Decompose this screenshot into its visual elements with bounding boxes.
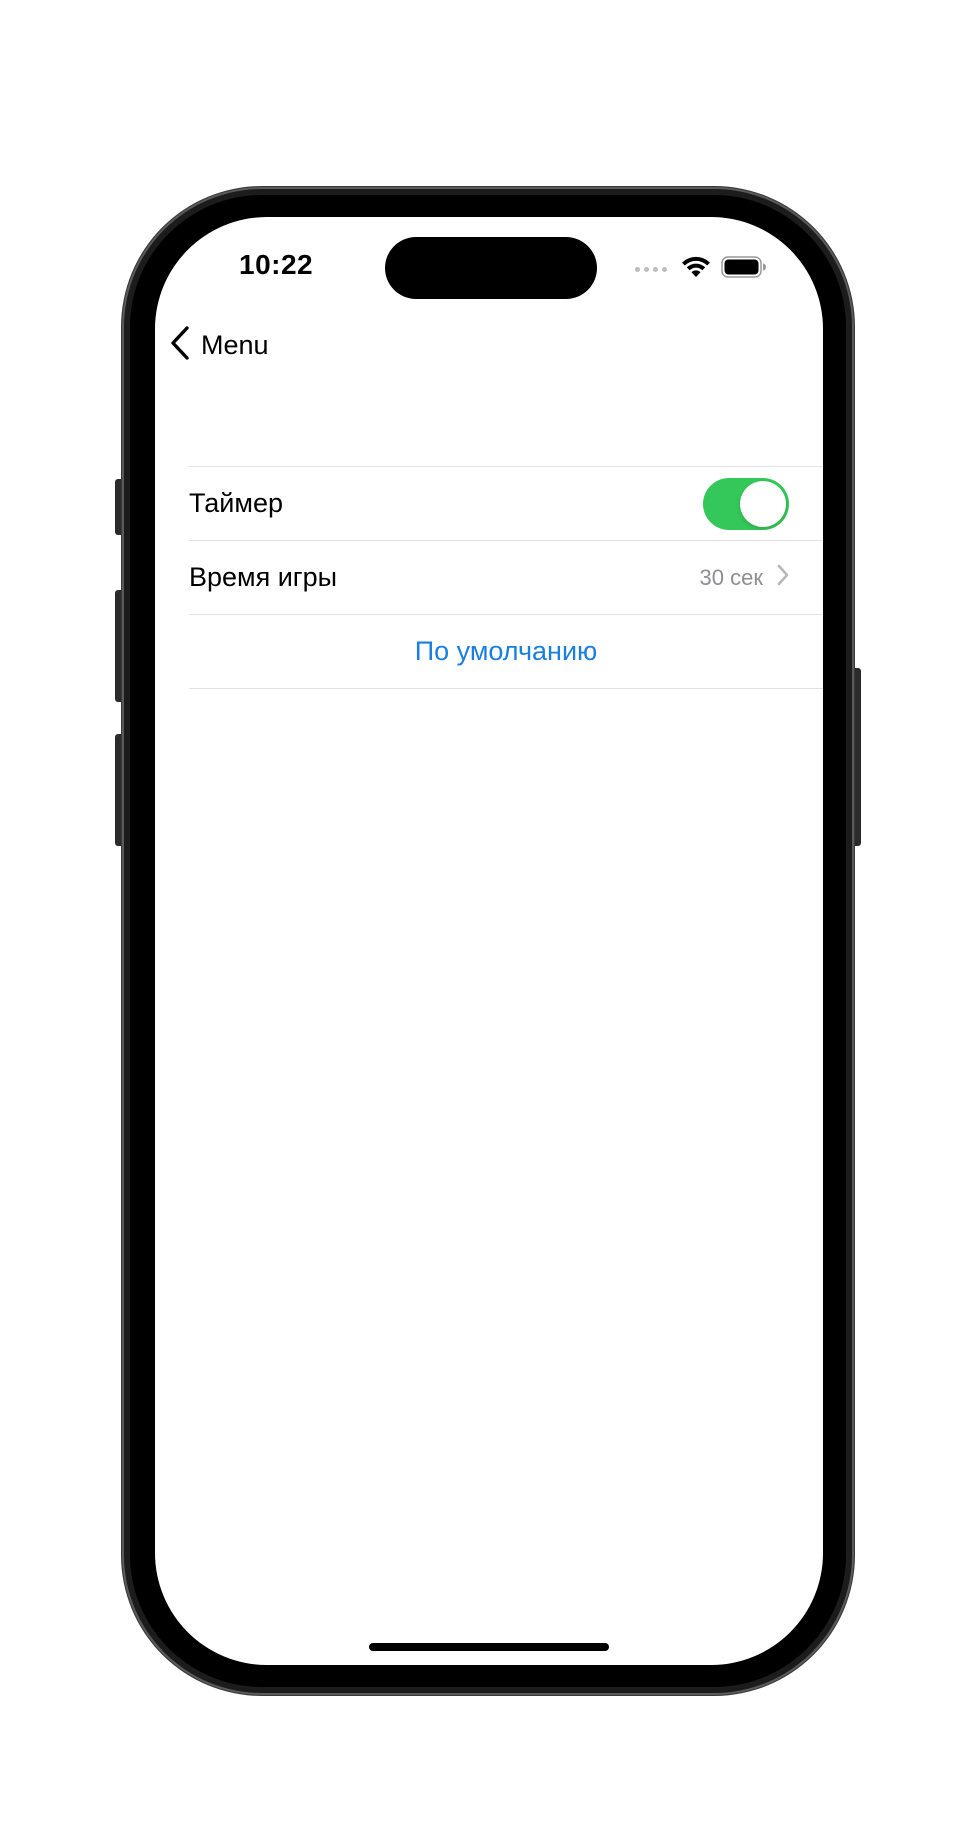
game-time-value: 30 сек	[699, 564, 763, 590]
settings-list: Таймер Время игры 30 сек По умолчанию	[189, 466, 823, 689]
default-button[interactable]: По умолчанию	[415, 636, 598, 667]
timer-row: Таймер	[189, 467, 823, 540]
dynamic-island	[385, 237, 597, 299]
default-button-row[interactable]: По умолчанию	[189, 615, 823, 688]
chevron-right-icon	[777, 564, 789, 591]
chevron-left-icon	[169, 325, 191, 366]
phone-screen: 10:22 Menu Таймер Время игры 30 сек По у…	[155, 217, 823, 1665]
home-indicator[interactable]	[369, 1643, 609, 1651]
status-icons	[635, 255, 767, 284]
timer-label: Таймер	[189, 488, 283, 518]
back-button[interactable]: Menu	[169, 323, 269, 367]
battery-icon	[721, 256, 767, 283]
back-button-label: Menu	[201, 329, 269, 360]
cellular-signal-icon	[635, 267, 667, 272]
wifi-icon	[681, 255, 711, 284]
game-time-label: Время игры	[189, 562, 338, 592]
timer-toggle[interactable]	[703, 477, 789, 530]
phone-frame: 10:22 Menu Таймер Время игры 30 сек По у…	[122, 187, 854, 1695]
game-time-value-group: 30 сек	[700, 564, 789, 591]
divider	[189, 688, 823, 689]
game-time-row[interactable]: Время игры 30 сек	[189, 541, 823, 614]
status-time: 10:22	[239, 249, 314, 280]
toggle-knob	[740, 480, 786, 527]
device-canvas: 10:22 Menu Таймер Время игры 30 сек По у…	[0, 0, 976, 1836]
